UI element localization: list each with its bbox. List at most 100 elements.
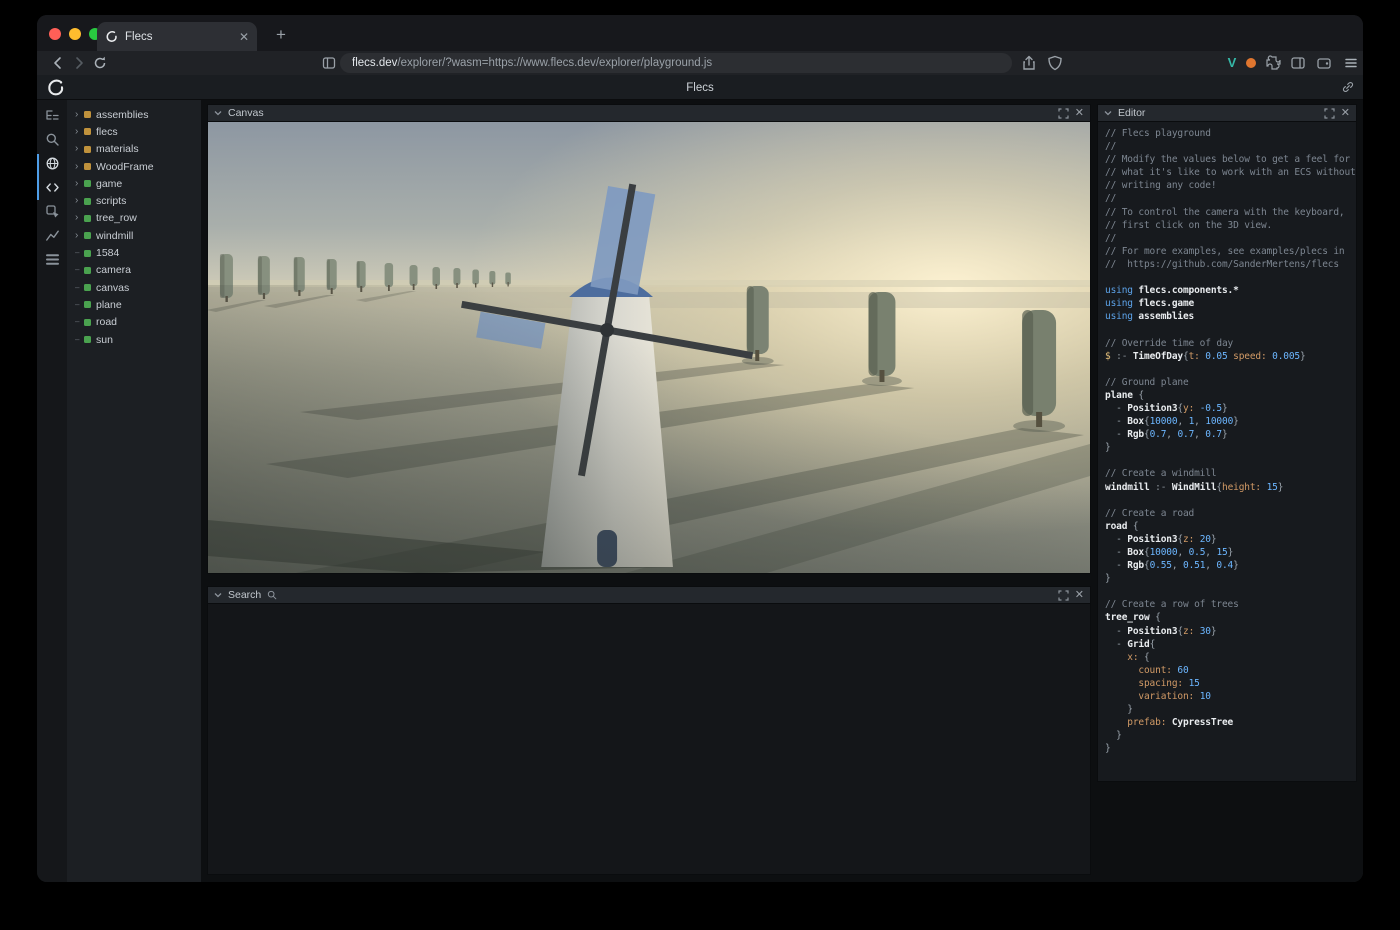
bookmark-sidebar-icon[interactable] [321, 55, 337, 71]
tree-item[interactable]: ›WoodFrame [67, 158, 201, 175]
close-window-button[interactable] [49, 28, 61, 40]
tree-item[interactable]: – 1584 [67, 244, 201, 261]
logs-rows-icon[interactable] [45, 252, 60, 267]
code-line: // [1105, 140, 1356, 153]
collapse-chevron-icon[interactable] [214, 110, 222, 116]
expand-chevron-icon[interactable]: › [75, 127, 84, 137]
collapse-chevron-icon[interactable] [1104, 110, 1112, 116]
tree-item-label: tree_row [96, 212, 137, 224]
entity-square-icon [84, 336, 91, 343]
tree-item[interactable]: ›scripts [67, 192, 201, 209]
forward-button[interactable] [71, 55, 87, 71]
editor-code[interactable]: // Flecs playground//// Modify the value… [1098, 122, 1356, 781]
extensions-puzzle-icon[interactable] [1266, 55, 1282, 71]
tab-strip: Flecs ✕ + [37, 15, 1363, 51]
wallet-icon[interactable] [1316, 55, 1332, 71]
minimize-window-button[interactable] [69, 28, 81, 40]
code-line: // Modify the values below to get a feel… [1105, 153, 1356, 166]
search-icon[interactable] [45, 132, 60, 147]
code-line: // Flecs playground [1105, 127, 1356, 140]
search-panel-content[interactable] [208, 604, 1090, 874]
canvas-panel: Canvas ✕ [207, 104, 1091, 574]
back-button[interactable] [50, 55, 66, 71]
tree-item-label: assemblies [96, 109, 149, 121]
side-panel-icon[interactable] [1290, 55, 1306, 71]
url-path: /explorer/?wasm=https://www.flecs.dev/ex… [397, 57, 712, 69]
tree-item[interactable]: › tree_row [67, 210, 201, 227]
expand-icon[interactable] [1058, 590, 1069, 601]
extension-v-icon[interactable]: V [1223, 55, 1241, 71]
tab-close-icon[interactable]: ✕ [239, 31, 249, 43]
3d-viewport[interactable] [208, 122, 1090, 573]
code-line: prefab: CypressTree [1105, 716, 1356, 729]
expand-icon[interactable] [1324, 108, 1335, 119]
search-panel-header: Search ✕ [208, 587, 1090, 604]
tree-item[interactable]: › windmill [67, 227, 201, 244]
canvas-panel-header: Canvas ✕ [208, 105, 1090, 122]
entity-square-icon [84, 215, 91, 222]
tree-item[interactable]: –sun [67, 331, 201, 348]
code-editor-icon[interactable] [45, 180, 60, 195]
code-line: // first click on the 3D view. [1105, 219, 1356, 232]
collapse-chevron-icon[interactable] [214, 592, 222, 598]
expand-chevron-icon[interactable]: › [75, 179, 84, 189]
close-icon[interactable]: ✕ [1075, 590, 1084, 601]
tree-item[interactable]: › materials [67, 141, 201, 158]
code-line: - Rgb{0.55, 0.51, 0.4} [1105, 559, 1356, 572]
expand-chevron-icon[interactable]: › [75, 162, 84, 172]
leaf-dash-icon: – [75, 248, 84, 258]
tree-item-label: 1584 [96, 247, 119, 259]
expand-chevron-icon[interactable]: › [75, 213, 84, 223]
tree-item[interactable]: –canvas [67, 279, 201, 296]
inspect-icon[interactable] [45, 204, 60, 219]
page-title: Flecs [37, 75, 1363, 100]
code-line: - Grid{ [1105, 638, 1356, 651]
world-icon[interactable] [45, 156, 60, 171]
expand-icon[interactable] [1058, 108, 1069, 119]
code-line: - Box{10000, 1, 10000} [1105, 415, 1356, 428]
tree-item[interactable]: –road [67, 314, 201, 331]
code-line: - Box{10000, 0.5, 15} [1105, 546, 1356, 559]
code-line [1105, 271, 1356, 284]
code-line [1105, 323, 1356, 336]
browser-tab[interactable]: Flecs ✕ [97, 22, 257, 51]
tree-item[interactable]: –camera [67, 262, 201, 279]
expand-chevron-icon[interactable]: › [75, 231, 84, 241]
entity-square-icon [84, 301, 91, 308]
code-line: - Position3{z: 20} [1105, 533, 1356, 546]
tree-item-label: materials [96, 143, 139, 155]
expand-chevron-icon[interactable]: › [75, 110, 84, 120]
code-line: } [1105, 729, 1356, 742]
tree-item[interactable]: ›game [67, 175, 201, 192]
permalink-icon[interactable] [1341, 80, 1355, 94]
code-line [1105, 454, 1356, 467]
leaf-dash-icon: – [75, 335, 84, 345]
code-line: // Override time of day [1105, 337, 1356, 350]
tree-item-label: road [96, 316, 117, 328]
entity-square-icon [84, 319, 91, 326]
expand-chevron-icon[interactable]: › [75, 196, 84, 206]
close-icon[interactable]: ✕ [1341, 108, 1350, 119]
tree-item[interactable]: –plane [67, 296, 201, 313]
tree-item[interactable]: › assemblies [67, 106, 201, 123]
expand-chevron-icon[interactable]: › [75, 144, 84, 154]
tree-item-label: windmill [96, 230, 133, 242]
editor-panel-header: Editor ✕ [1098, 105, 1356, 122]
module-square-icon [84, 128, 91, 135]
code-line: // For more examples, see examples/plecs… [1105, 245, 1356, 258]
code-line: using flecs.game [1105, 297, 1356, 310]
menu-button[interactable] [1343, 55, 1359, 71]
close-icon[interactable]: ✕ [1075, 108, 1084, 119]
code-line: x: { [1105, 651, 1356, 664]
tree-item[interactable]: ›flecs [67, 123, 201, 140]
stats-chart-icon[interactable] [45, 228, 60, 243]
entity-tree-icon[interactable] [45, 108, 60, 123]
address-bar[interactable]: flecs.dev/explorer/?wasm=https://www.fle… [340, 53, 1012, 73]
record-dot-icon[interactable] [1246, 58, 1256, 68]
reload-button[interactable] [92, 55, 108, 71]
code-line: // writing any code! [1105, 179, 1356, 192]
new-tab-button[interactable]: + [267, 21, 295, 49]
shield-icon[interactable] [1047, 55, 1063, 71]
share-icon[interactable] [1021, 55, 1037, 71]
panel-title: Search [228, 589, 261, 601]
